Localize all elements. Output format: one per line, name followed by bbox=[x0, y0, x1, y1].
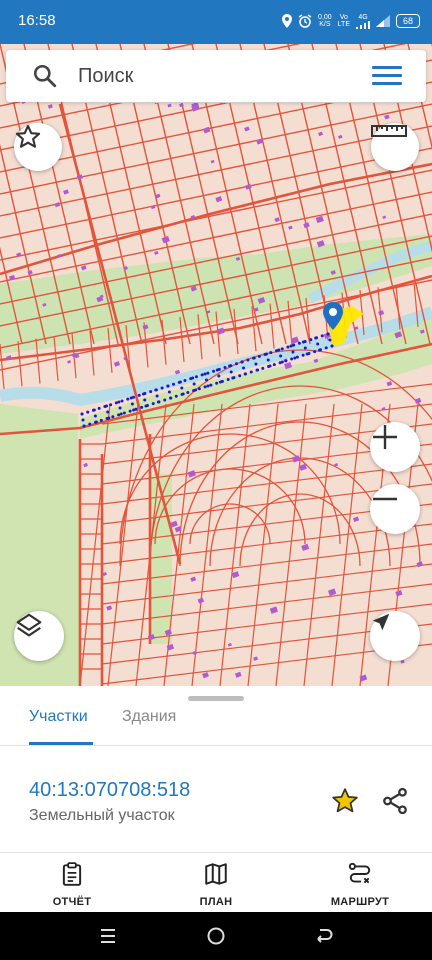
sheet-drag-handle[interactable] bbox=[188, 696, 244, 701]
location-icon bbox=[282, 14, 293, 28]
tab-parcels[interactable]: Участки bbox=[29, 708, 88, 726]
layers-icon bbox=[16, 613, 42, 637]
status-icons: 0,00 K/S Vo LTE 4G 68 bbox=[282, 10, 420, 32]
share-icon[interactable] bbox=[380, 786, 410, 816]
parcel-type: Земельный участок bbox=[29, 807, 175, 824]
nav-plan-label: ПЛАН bbox=[199, 896, 233, 908]
volte-indicator: Vo LTE bbox=[337, 14, 350, 28]
recent-apps-icon[interactable] bbox=[98, 926, 118, 946]
status-time: 16:58 bbox=[18, 12, 56, 29]
parcel-cadastral-number[interactable]: 40:13:070708:518 bbox=[29, 779, 190, 802]
minus-icon bbox=[373, 497, 397, 501]
my-location-button[interactable] bbox=[370, 611, 420, 661]
ruler-button[interactable] bbox=[371, 123, 419, 171]
back-icon[interactable] bbox=[314, 926, 334, 946]
alarm-icon bbox=[298, 14, 312, 28]
signal-bars-icon bbox=[376, 15, 390, 27]
search-bar bbox=[6, 50, 426, 103]
search-underline bbox=[70, 102, 414, 103]
nav-report-label: ОТЧЁТ bbox=[52, 896, 92, 908]
cadastral-map[interactable] bbox=[0, 44, 432, 686]
ruler-icon bbox=[371, 125, 407, 137]
signal-icon bbox=[356, 20, 370, 29]
home-icon[interactable] bbox=[206, 926, 226, 946]
nav-route[interactable]: МАРШРУТ bbox=[310, 861, 410, 908]
status-bar: 16:58 0,00 K/S Vo LTE 4G 68 bbox=[0, 0, 432, 44]
zoom-out-button[interactable] bbox=[370, 484, 420, 534]
star-outline-icon bbox=[15, 124, 41, 148]
star-icon[interactable] bbox=[330, 786, 360, 816]
map-canvas[interactable] bbox=[0, 44, 432, 686]
bottom-navigation: ОТЧЁТ ПЛАН МАРШРУТ bbox=[0, 852, 432, 913]
plus-icon bbox=[373, 425, 397, 449]
tabs-divider bbox=[0, 745, 432, 746]
battery-indicator: 68 bbox=[396, 14, 420, 28]
menu-icon[interactable] bbox=[372, 64, 404, 88]
layers-button[interactable] bbox=[14, 611, 64, 661]
search-input[interactable] bbox=[78, 60, 358, 92]
zoom-in-button[interactable] bbox=[370, 422, 420, 472]
favorites-button[interactable] bbox=[14, 123, 62, 171]
nav-route-label: МАРШРУТ bbox=[330, 896, 390, 908]
network-type: 4G bbox=[356, 14, 370, 29]
map-icon bbox=[205, 863, 227, 885]
search-icon[interactable] bbox=[32, 63, 58, 89]
nav-plan[interactable]: ПЛАН bbox=[166, 861, 266, 908]
clipboard-icon bbox=[62, 862, 82, 886]
system-navigation-bar bbox=[0, 912, 432, 960]
route-icon bbox=[348, 862, 371, 884]
nav-report[interactable]: ОТЧЁТ bbox=[22, 861, 122, 908]
navigation-arrow-icon bbox=[372, 613, 390, 631]
net-speed: 0,00 K/S bbox=[318, 14, 332, 28]
tab-buildings[interactable]: Здания bbox=[122, 708, 176, 726]
